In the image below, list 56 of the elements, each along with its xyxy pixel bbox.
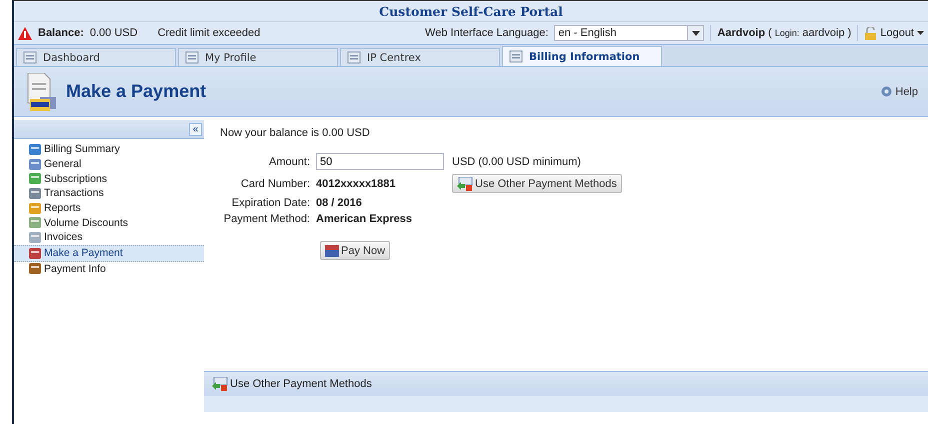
sidebar-item[interactable]: Make a Payment <box>14 244 204 262</box>
sidebar-item[interactable]: Volume Discounts <box>14 215 204 230</box>
logout-button[interactable]: Logout <box>864 26 924 40</box>
tab-icon <box>23 51 37 64</box>
tab[interactable]: Dashboard <box>16 48 176 66</box>
item-icon <box>28 158 42 171</box>
item-icon <box>28 246 42 260</box>
padlock-icon <box>864 26 878 40</box>
balance-note: Now your balance is 0.00 USD <box>220 127 371 139</box>
detail-value: American Express <box>316 213 413 225</box>
sidebar-item[interactable]: General <box>14 156 204 172</box>
language-label: Web Interface Language: <box>425 27 548 39</box>
balance-value: 0.00 USD <box>90 27 138 39</box>
detail-label: Card Number: <box>240 178 310 190</box>
detail-value: 08 / 2016 <box>316 197 363 209</box>
sidebar-item[interactable]: Invoices <box>14 230 204 245</box>
item-icon <box>28 172 42 186</box>
detail-label: Payment Method: <box>222 213 310 225</box>
caret-icon <box>692 30 700 36</box>
other-methods-button[interactable]: Use Other Payment Methods <box>452 174 622 193</box>
item-icon <box>28 202 42 215</box>
balance-label: Balance: <box>38 27 84 39</box>
window-title: Customer Self-Care Portal <box>379 4 563 18</box>
tab[interactable]: Billing Information <box>502 46 662 66</box>
pay-now-button[interactable]: Pay Now <box>320 241 390 260</box>
amount-label: Amount: <box>268 156 310 168</box>
tab[interactable]: My Profile <box>178 48 338 66</box>
credit-status-text: Credit limit exceeded <box>158 27 260 39</box>
warning-icon <box>18 26 32 40</box>
amount-hint: USD (0.00 USD minimum) <box>452 156 582 168</box>
item-icon <box>28 216 42 230</box>
item-icon <box>28 186 42 200</box>
detail-label: Expiration Date: <box>230 197 310 209</box>
item-icon <box>28 262 42 276</box>
sidebar-item[interactable]: Transactions <box>14 186 204 201</box>
item-icon <box>28 230 42 244</box>
detail-value: 4012xxxxx1881 <box>316 178 397 190</box>
page-title: Make a Payment <box>66 81 206 102</box>
help-icon <box>881 86 892 97</box>
login-info: ( Login: aardvoip ) <box>768 27 852 39</box>
tab-icon <box>185 51 199 64</box>
help-link[interactable]: Help <box>881 86 918 98</box>
tab-icon <box>509 50 523 63</box>
other-methods-link[interactable]: Use Other Payment Methods <box>212 377 372 391</box>
language-dropdown[interactable]: en - English <box>554 25 704 41</box>
sidebar-item[interactable]: Subscriptions <box>14 171 204 186</box>
tab[interactable]: IP Centrex <box>340 48 500 66</box>
sidebar-item[interactable]: Billing Summary <box>14 142 204 157</box>
sidebar-item[interactable]: Reports <box>14 200 204 216</box>
tab-icon <box>347 51 361 64</box>
amount-field[interactable]: 50 <box>316 153 444 170</box>
caret-icon <box>917 31 924 35</box>
sidebar-item[interactable]: Payment Info <box>14 262 204 276</box>
item-icon <box>28 142 42 156</box>
collapse-button[interactable]: « <box>189 122 202 136</box>
account-name: Aardvoip <box>717 27 766 39</box>
